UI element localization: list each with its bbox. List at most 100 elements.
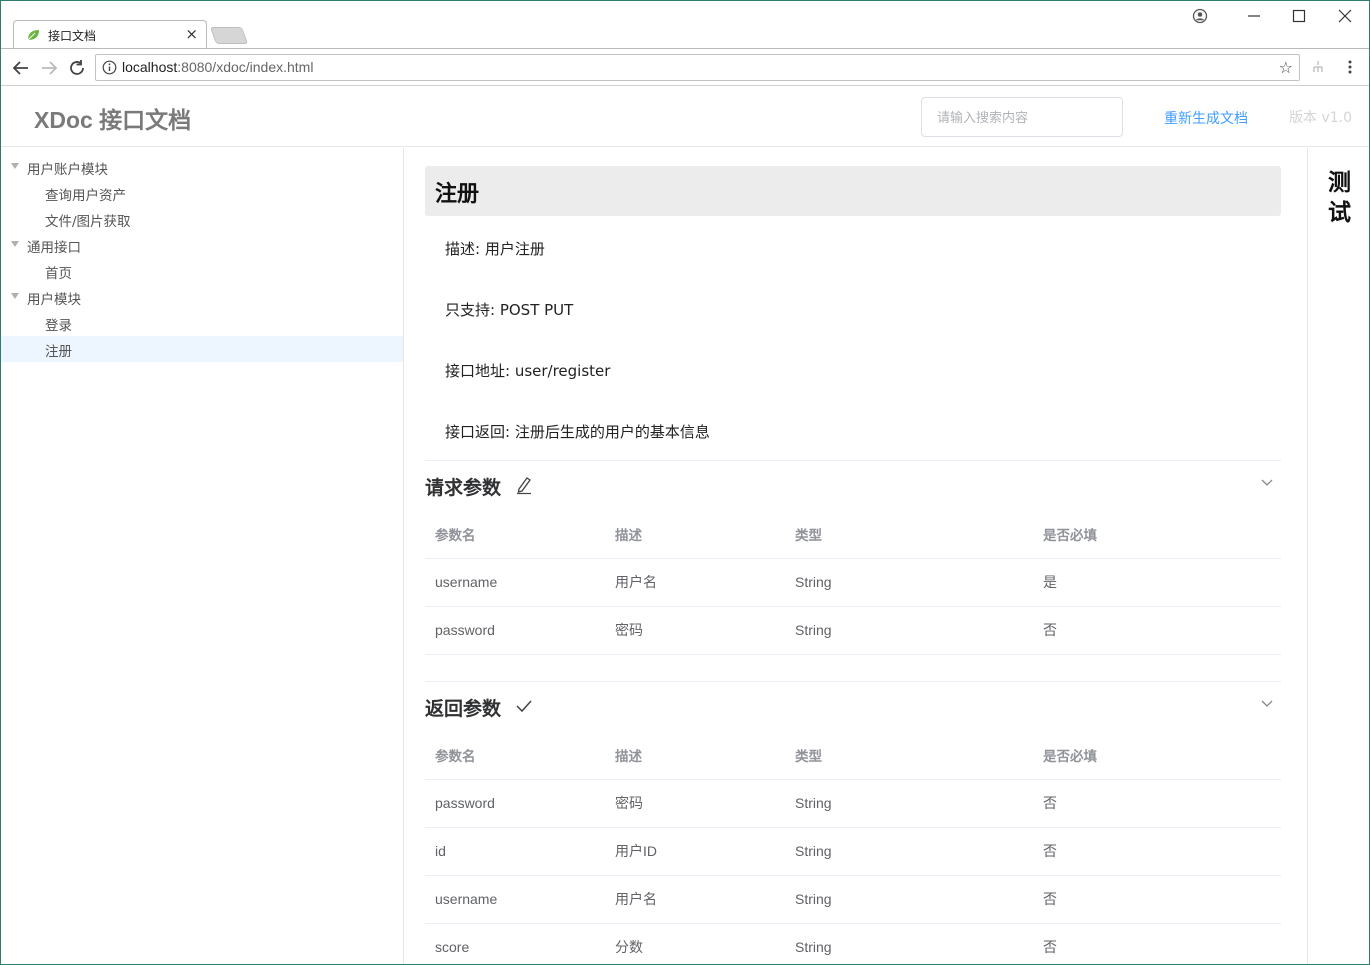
test-panel[interactable]: 测试 (1307, 148, 1369, 964)
column-header: 参数名 (425, 731, 605, 780)
leaf-icon (27, 30, 39, 41)
api-methods: 只支持: POST PUT (445, 301, 574, 319)
table-cell: String (785, 779, 1033, 828)
sidebar-tree: 用户账户模块 查询用户资产 文件/图片获取 通用接口 首页 用户模块 登录 注册 (1, 148, 404, 964)
table-cell: 密码 (605, 779, 785, 828)
bookmark-star-icon[interactable]: ☆ (1279, 58, 1293, 77)
browser-window: 接口文档 × localhost:8080/xdoc/index.html ☆ … (0, 0, 1370, 965)
tree-label: 登录 (45, 318, 72, 334)
address-bar[interactable]: localhost:8080/xdoc/index.html ☆ (95, 54, 1300, 81)
api-title: 注册 (435, 182, 480, 207)
tree-label: 用户模块 (27, 292, 81, 308)
chevron-down-icon[interactable] (1261, 479, 1273, 487)
tree-label: 文件/图片获取 (45, 214, 131, 230)
table-cell: 否 (1033, 875, 1281, 924)
tree-label: 注册 (45, 344, 72, 360)
close-window-icon[interactable] (1338, 9, 1352, 23)
tree-label: 首页 (45, 266, 72, 282)
table-cell: 密码 (605, 606, 785, 655)
tree-group-user-account[interactable]: 用户账户模块 (1, 154, 403, 180)
tab-title: 接口文档 (48, 29, 97, 43)
main-content: 注册 描述: 用户注册 只支持: POST PUT 接口地址: user/reg… (405, 148, 1307, 964)
close-tab-icon[interactable]: × (185, 25, 198, 43)
table-cell: username (425, 875, 605, 924)
table-cell: score (425, 923, 605, 964)
profile-icon[interactable] (1192, 8, 1208, 24)
response-params-table: 参数名 描述 类型 是否必填 password 密码 String 否 id 用… (425, 731, 1281, 964)
table-cell: String (785, 558, 1033, 607)
table-cell: String (785, 606, 1033, 655)
table-cell: 否 (1033, 606, 1281, 655)
table-cell: username (425, 558, 605, 607)
table-cell: password (425, 606, 605, 655)
tree-label: 通用接口 (27, 240, 81, 256)
request-params-table: 参数名 描述 类型 是否必填 username 用户名 String 是 pas… (425, 510, 1281, 655)
table-row: password 密码 String 否 (425, 779, 1281, 828)
column-header: 是否必填 (1033, 510, 1281, 559)
menu-dots-icon[interactable] (1343, 59, 1357, 75)
response-params-header[interactable]: 返回参数 (425, 681, 1281, 731)
info-icon[interactable] (102, 60, 117, 75)
back-arrow-icon[interactable] (10, 57, 32, 79)
forward-arrow-icon[interactable] (38, 57, 60, 79)
column-header: 描述 (605, 731, 785, 780)
table-cell: 否 (1033, 923, 1281, 964)
table-cell: String (785, 923, 1033, 964)
table-row: username 用户名 String 否 (425, 875, 1281, 924)
table-row: id 用户ID String 否 (425, 827, 1281, 876)
brand-title: XDoc 接口文档 (34, 107, 192, 133)
tab-strip: 接口文档 × (1, 1, 1369, 49)
tree-item-login[interactable]: 登录 (1, 310, 403, 336)
table-cell: 用户名 (605, 558, 785, 607)
reload-icon[interactable] (66, 57, 88, 79)
table-cell: String (785, 875, 1033, 924)
tree-label: 查询用户资产 (45, 188, 126, 204)
api-returns: 接口返回: 注册后生成的用户的基本信息 (445, 423, 710, 441)
new-tab-button[interactable] (209, 27, 249, 44)
browser-tab[interactable]: 接口文档 × (13, 20, 207, 49)
table-header-row: 参数名 描述 类型 是否必填 (425, 731, 1281, 780)
tree-item-file-image[interactable]: 文件/图片获取 (1, 206, 403, 232)
regenerate-docs-link[interactable]: 重新生成文档 (1164, 108, 1248, 128)
chevron-down-icon[interactable] (1261, 700, 1273, 708)
browser-toolbar: localhost:8080/xdoc/index.html ☆ (1, 48, 1369, 86)
api-title-box: 注册 (425, 166, 1281, 216)
edit-icon (517, 477, 531, 495)
tree-item-home[interactable]: 首页 (1, 258, 403, 284)
column-header: 类型 (785, 731, 1033, 780)
section-title: 返回参数 (425, 698, 502, 720)
app-header: XDoc 接口文档 重新生成文档 版本 v1.0 (1, 87, 1369, 147)
table-header-row: 参数名 描述 类型 是否必填 (425, 510, 1281, 559)
api-path: 接口地址: user/register (445, 362, 611, 380)
column-header: 类型 (785, 510, 1033, 559)
maximize-icon[interactable] (1292, 9, 1306, 23)
api-description: 描述: 用户注册 (445, 240, 545, 258)
tree-item-register[interactable]: 注册 (1, 336, 403, 362)
table-cell: String (785, 827, 1033, 876)
table-row: score 分数 String 否 (425, 923, 1281, 964)
column-header: 描述 (605, 510, 785, 559)
caret-down-icon[interactable] (11, 163, 19, 169)
version-label: 版本 v1.0 (1289, 110, 1352, 126)
tree-group-user[interactable]: 用户模块 (1, 284, 403, 310)
check-icon (516, 700, 532, 713)
column-header: 参数名 (425, 510, 605, 559)
table-cell: password (425, 779, 605, 828)
caret-down-icon[interactable] (11, 293, 19, 299)
table-cell: 是 (1033, 558, 1281, 607)
tree-label: 用户账户模块 (27, 162, 108, 178)
table-cell: 用户名 (605, 875, 785, 924)
extension-icon[interactable] (1311, 60, 1325, 74)
caret-down-icon[interactable] (11, 241, 19, 247)
minimize-icon[interactable] (1247, 9, 1261, 23)
request-params-header[interactable]: 请求参数 (425, 460, 1281, 510)
table-cell: id (425, 827, 605, 876)
section-title: 请求参数 (425, 477, 502, 499)
table-cell: 分数 (605, 923, 785, 964)
search-input[interactable] (921, 97, 1123, 137)
column-header: 是否必填 (1033, 731, 1281, 780)
tree-group-common[interactable]: 通用接口 (1, 232, 403, 258)
test-panel-label[interactable]: 测试 (1328, 168, 1352, 228)
table-row: password 密码 String 否 (425, 606, 1281, 655)
tree-item-query-assets[interactable]: 查询用户资产 (1, 180, 403, 206)
